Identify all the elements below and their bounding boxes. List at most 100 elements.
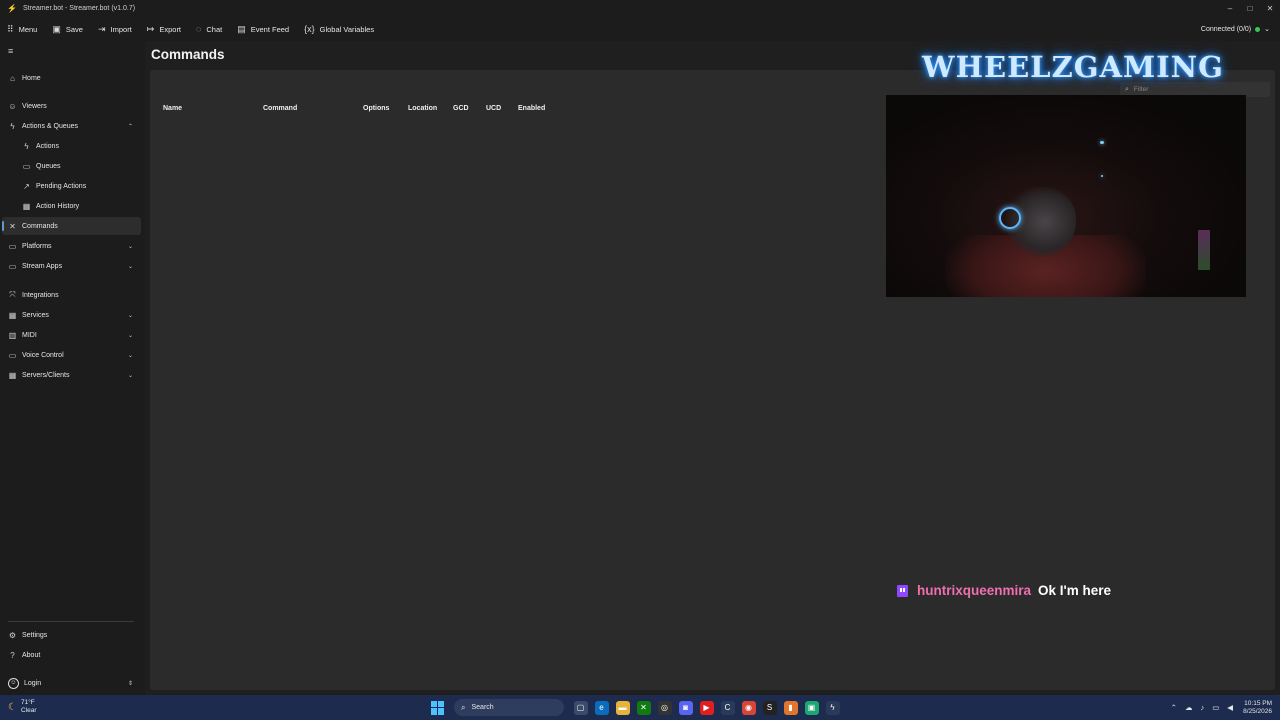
minimize-button[interactable]: – — [1220, 0, 1240, 17]
chat-button[interactable]: ◌ Chat — [196, 24, 222, 34]
volume-icon[interactable]: ◀ — [1227, 703, 1233, 712]
chat-username: huntrixqueenmira — [917, 583, 1032, 598]
sidebar-item-platforms[interactable]: ▭ Platforms ⌄ — [2, 237, 141, 255]
column-header-location[interactable]: Location — [408, 105, 437, 112]
app-flag-icon[interactable]: ▮ — [783, 700, 798, 715]
global-variables-button[interactable]: {x} Global Variables — [304, 24, 374, 34]
chevron-down-icon: ⌄ — [127, 243, 133, 250]
sidebar-item-settings[interactable]: ⚙ Settings — [2, 626, 141, 644]
column-header-options[interactable]: Options — [363, 105, 389, 112]
pending-icon: ↗ — [23, 181, 30, 191]
import-icon: ⇥ — [97, 23, 106, 34]
queue-icon: ▭ — [22, 161, 31, 171]
clock-time: 10:15 PM — [1244, 699, 1272, 707]
window-title: Streamer.bot - Streamer.bot (v1.0.7) — [23, 5, 136, 12]
hamburger-icon[interactable]: ≡ — [8, 46, 13, 56]
microphone-icon[interactable]: ♪ — [1200, 703, 1204, 712]
sidebar-item-commands[interactable]: ✕ Commands — [2, 217, 141, 235]
chevron-down-icon: ⌄ — [127, 332, 133, 339]
column-header-command[interactable]: Command — [263, 105, 297, 112]
file-explorer-icon[interactable]: ▬ — [615, 700, 630, 715]
help-icon: ? — [10, 650, 15, 660]
integrations-icon: ⤧ — [9, 290, 16, 299]
app-s-icon[interactable]: S — [762, 700, 777, 715]
sidebar-item-stream-apps[interactable]: ▭ Stream Apps ⌄ — [2, 257, 141, 275]
app-c-icon[interactable]: C — [720, 700, 735, 715]
streamerbot-taskbar-icon[interactable]: ϟ — [825, 700, 840, 715]
status-dot-icon — [1255, 26, 1261, 32]
moon-icon: ☾ — [8, 701, 17, 713]
maximize-button[interactable]: □ — [1240, 0, 1260, 17]
sidebar-item-viewers[interactable]: ☺ Viewers — [2, 97, 141, 115]
overlay-channel-logo: WHEELZGAMING — [922, 50, 1224, 84]
toolbar: ⠿ Menu ▣ Save ⇥ Import ↦ Export ◌ Chat ▤ Event… — [0, 17, 1280, 41]
column-header-gcd[interactable]: GCD — [453, 105, 469, 112]
save-icon: ▣ — [52, 23, 61, 34]
filter-placeholder: Filter — [1133, 86, 1149, 93]
sidebar-item-queues[interactable]: ▭ Queues — [2, 157, 141, 175]
commands-icon: ✕ — [9, 221, 16, 231]
chevron-up-icon[interactable]: ⌃ — [1171, 703, 1177, 712]
servers-icon: ▦ — [8, 370, 17, 380]
sidebar-item-servers-clients[interactable]: ▦ Servers/Clients ⌄ — [2, 366, 141, 384]
sidebar-item-action-history[interactable]: ▦ Action History — [2, 197, 141, 215]
search-icon: ⌕ — [461, 702, 466, 712]
weather-temp: 71°F — [20, 699, 35, 706]
sidebar-item-integrations[interactable]: ⤧ Integrations — [2, 286, 141, 304]
chat-icon: ◌ — [196, 24, 202, 34]
sidebar-item-pending-actions[interactable]: ↗ Pending Actions — [2, 177, 141, 195]
taskbar-clock[interactable]: 10:15 PM 8/25/2026 — [1243, 700, 1272, 716]
headset-icon — [999, 207, 1021, 229]
windows-start-icon[interactable] — [431, 700, 445, 715]
chevron-up-icon: ⌃ — [127, 123, 133, 130]
discord-icon[interactable]: ◙ — [678, 700, 693, 715]
user-icon: ☺ — [8, 677, 19, 689]
sidebar-item-login[interactable]: ☺ Login ⇕ — [2, 674, 141, 692]
import-button[interactable]: ⇥ Import — [98, 24, 132, 35]
streamerbot-logo-icon: ⚡ — [7, 4, 17, 13]
services-icon: ▦ — [8, 310, 17, 320]
menu-button[interactable]: ⠿ Menu — [7, 24, 37, 35]
clock-date: 8/25/2026 — [1243, 707, 1272, 715]
column-header-name[interactable]: Name — [163, 105, 182, 112]
youtube-icon[interactable]: ▶ — [699, 700, 714, 715]
event-feed-button[interactable]: ▤ Event Feed — [237, 24, 289, 35]
webcam-feed — [886, 95, 1246, 297]
sidebar-item-services[interactable]: ▦ Services ⌄ — [2, 306, 141, 324]
viewers-icon: ☺ — [8, 101, 17, 111]
midi-icon: ▥ — [8, 330, 17, 340]
sidebar-item-voice-control[interactable]: ▭ Voice Control ⌄ — [2, 346, 141, 364]
sidebar-item-home[interactable]: ⌂ Home — [2, 69, 141, 87]
close-button[interactable]: ✕ — [1260, 0, 1280, 17]
edge-icon[interactable]: e — [594, 700, 609, 715]
variables-icon: {x} — [304, 24, 315, 34]
weather-widget[interactable]: ☾ 71°F Clear — [8, 699, 37, 715]
export-button[interactable]: ↦ Export — [147, 24, 181, 35]
connection-status[interactable]: Connected (0/0) ⌄ — [1201, 17, 1270, 41]
sidebar-item-actions-queues[interactable]: ϟ Actions & Queues ⌃ — [2, 117, 141, 135]
taskbar-search[interactable]: ⌕ Search — [454, 699, 564, 716]
obs-icon[interactable]: ◎ — [657, 700, 672, 715]
sidebar-item-about[interactable]: ? About — [2, 646, 141, 664]
chevron-down-icon: ⌄ — [127, 352, 133, 359]
platforms-icon: ▭ — [8, 241, 17, 251]
task-view-icon[interactable]: ▢ — [573, 700, 588, 715]
column-header-enabled[interactable]: Enabled — [518, 105, 545, 112]
save-button[interactable]: ▣ Save — [52, 24, 83, 35]
app-green-icon[interactable]: ▣ — [804, 700, 819, 715]
voice-icon: ▭ — [8, 350, 17, 360]
column-header-ucd[interactable]: UCD — [486, 105, 501, 112]
taskbar-apps: ⌕ Search ▢ e ▬ ✕ ◎ ◙ ▶ C ◉ S ▮ ▣ ϟ — [431, 698, 843, 717]
history-icon: ▦ — [22, 201, 31, 211]
table-header: Name Command Options Location GCD UCD En… — [150, 105, 750, 115]
network-icon[interactable]: ▭ — [1212, 703, 1219, 712]
grid-icon: ⠿ — [7, 23, 14, 34]
sidebar-item-actions[interactable]: ϟ Actions — [2, 137, 141, 155]
xbox-icon[interactable]: ✕ — [636, 700, 651, 715]
sidebar-item-midi[interactable]: ▥ MIDI ⌄ — [2, 326, 141, 344]
chevron-down-icon: ⌄ — [127, 263, 133, 270]
sidebar-divider — [8, 621, 134, 622]
chrome-icon[interactable]: ◉ — [741, 700, 756, 715]
feed-icon: ▤ — [237, 23, 246, 34]
cloud-icon[interactable]: ☁ — [1185, 703, 1193, 712]
